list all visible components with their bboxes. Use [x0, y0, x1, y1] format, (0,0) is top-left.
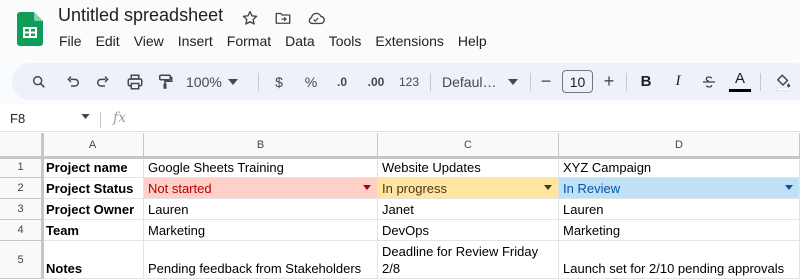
row-header-4[interactable]: 4 — [0, 220, 42, 241]
font-select[interactable]: Defaul… — [442, 63, 520, 100]
row-header-5[interactable]: 5 — [0, 241, 42, 279]
zoom-select[interactable]: 100% — [186, 63, 244, 100]
menu-insert[interactable]: Insert — [171, 31, 220, 51]
column-header-b[interactable]: B — [144, 133, 378, 157]
frozen-column-divider[interactable] — [42, 133, 44, 279]
cloud-saved-icon[interactable] — [306, 8, 326, 28]
cell-a5[interactable]: Notes — [42, 241, 144, 279]
status-dropdown-not-started[interactable]: Not started — [144, 178, 378, 199]
fx-icon: fx — [113, 110, 127, 126]
font-size-input[interactable]: 10 — [562, 70, 593, 93]
star-icon[interactable] — [240, 8, 260, 28]
italic-button[interactable]: I — [668, 63, 688, 100]
print-icon[interactable] — [124, 63, 146, 100]
increase-font-size-button[interactable]: + — [601, 63, 617, 100]
menu-format[interactable]: Format — [220, 31, 278, 51]
percent-format-button[interactable]: % — [300, 63, 322, 100]
cell-b3[interactable]: Lauren — [144, 199, 378, 220]
column-header-d[interactable]: D — [559, 133, 800, 157]
chevron-down-icon[interactable] — [544, 185, 552, 190]
text-color-button[interactable]: A — [728, 63, 752, 100]
chevron-down-icon[interactable] — [785, 185, 793, 190]
redo-icon[interactable] — [92, 63, 114, 100]
cell-d1[interactable]: XYZ Campaign — [559, 157, 800, 178]
menu-help[interactable]: Help — [451, 31, 494, 51]
menu-bar: File Edit View Insert Format Data Tools … — [52, 31, 494, 51]
undo-icon[interactable] — [62, 63, 84, 100]
row-header-3[interactable]: 3 — [0, 199, 42, 220]
menu-edit[interactable]: Edit — [89, 31, 127, 51]
title-bar: Untitled spreadsheet File Edit View Inse… — [0, 0, 800, 58]
strikethrough-icon[interactable] — [698, 63, 720, 100]
text-color-swatch — [729, 89, 751, 92]
spreadsheet-grid: A B C D 1 2 3 4 5 Project name Google Sh… — [0, 133, 800, 279]
font-dropdown-icon — [508, 78, 519, 85]
cell-a3[interactable]: Project Owner — [42, 199, 144, 220]
text-color-label: A — [734, 70, 745, 87]
column-header-a[interactable]: A — [42, 133, 144, 157]
increase-decimal-label: .00 — [367, 74, 385, 89]
cell-b1[interactable]: Google Sheets Training — [144, 157, 378, 178]
decrease-decimal-label: .0 — [336, 74, 347, 89]
zoom-value: 100% — [186, 73, 222, 90]
menu-extensions[interactable]: Extensions — [368, 31, 450, 51]
decrease-font-size-button[interactable]: − — [538, 63, 554, 100]
increase-decimal-button[interactable]: .00 — [362, 63, 390, 100]
row-header-1[interactable]: 1 — [0, 157, 42, 178]
move-to-folder-icon[interactable] — [273, 8, 293, 28]
font-value: Defaul… — [442, 73, 497, 90]
decrease-decimal-button[interactable]: .0 — [330, 63, 354, 100]
paint-format-icon[interactable] — [154, 63, 176, 100]
toolbar-divider — [430, 73, 431, 91]
cell-c3[interactable]: Janet — [378, 199, 559, 220]
toolbar-area: 100% $ % .0 .00 123 Defaul… − 10 + B I A — [0, 58, 800, 104]
status-dropdown-in-progress[interactable]: In progress — [378, 178, 559, 199]
sheets-logo-icon[interactable] — [17, 12, 43, 46]
cell-a1[interactable]: Project name — [42, 157, 144, 178]
toolbar-divider — [258, 73, 259, 91]
formula-bar: F8 fx — [0, 108, 800, 132]
row-header-2[interactable]: 2 — [0, 178, 42, 199]
formula-bar-divider — [100, 112, 101, 128]
toolbar: 100% $ % .0 .00 123 Defaul… − 10 + B I A — [12, 63, 800, 100]
cell-d4[interactable]: Marketing — [559, 220, 800, 241]
toolbar-divider — [530, 73, 531, 91]
cell-b4[interactable]: Marketing — [144, 220, 378, 241]
cell-c4[interactable]: DevOps — [378, 220, 559, 241]
cell-d3[interactable]: Lauren — [559, 199, 800, 220]
column-header-c[interactable]: C — [378, 133, 559, 157]
search-menus-icon[interactable] — [28, 63, 50, 100]
cell-b5[interactable]: Pending feedback from Stakeholders — [144, 241, 378, 279]
status-chip-label: In Review — [563, 180, 621, 196]
select-all-corner[interactable] — [0, 133, 42, 157]
status-chip-label: In progress — [382, 180, 448, 196]
document-title[interactable]: Untitled spreadsheet — [58, 5, 223, 26]
bold-button[interactable]: B — [636, 63, 656, 100]
menu-data[interactable]: Data — [278, 31, 322, 51]
frozen-row-divider[interactable] — [0, 157, 800, 159]
more-formats-button[interactable]: 123 — [396, 63, 422, 100]
cell-c1[interactable]: Website Updates — [378, 157, 559, 178]
zoom-dropdown-icon — [227, 78, 238, 85]
cell-d5[interactable]: Launch set for 2/10 pending approvals — [559, 241, 800, 279]
status-chip-label: Not started — [148, 180, 212, 196]
chevron-down-icon[interactable] — [363, 185, 371, 190]
cell-c5[interactable]: Deadline for Review Friday 2/8 — [378, 241, 559, 279]
menu-file[interactable]: File — [52, 31, 89, 51]
name-box[interactable]: F8 — [10, 111, 25, 126]
menu-view[interactable]: View — [127, 31, 171, 51]
fill-color-icon[interactable] — [770, 63, 796, 100]
name-box-dropdown-icon[interactable] — [81, 114, 90, 119]
toolbar-divider — [626, 73, 627, 91]
cell-a2[interactable]: Project Status — [42, 178, 144, 199]
toolbar-divider — [760, 73, 761, 91]
status-dropdown-in-review[interactable]: In Review — [559, 178, 800, 199]
cell-a4[interactable]: Team — [42, 220, 144, 241]
menu-tools[interactable]: Tools — [322, 31, 369, 51]
currency-format-button[interactable]: $ — [268, 63, 290, 100]
